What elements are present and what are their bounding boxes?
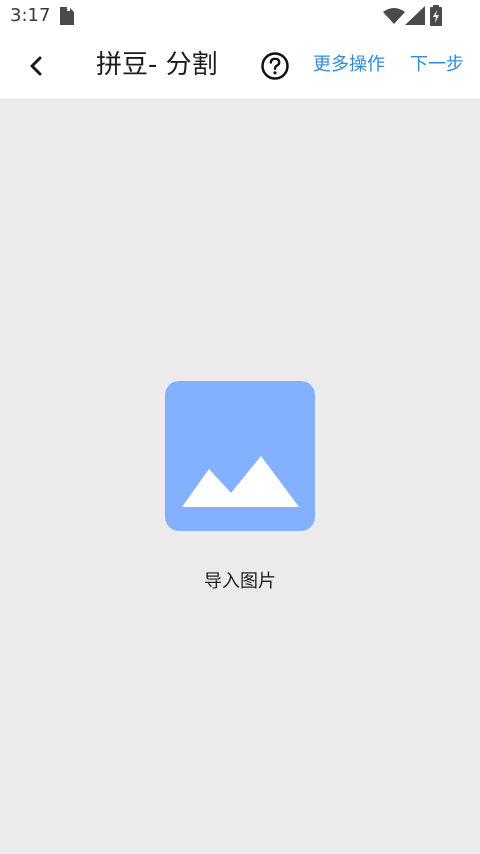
back-button[interactable] xyxy=(20,49,54,83)
page-title: 拼豆- 分割 xyxy=(96,50,218,80)
question-circle-icon xyxy=(261,52,289,80)
wifi-icon xyxy=(383,8,405,24)
next-step-button[interactable]: 下一步 xyxy=(410,53,464,77)
cellular-signal-icon xyxy=(405,6,425,25)
more-actions-button[interactable]: 更多操作 xyxy=(313,53,385,77)
import-image-label: 导入图片 xyxy=(204,571,276,592)
app-bar: 拼豆- 分割 更多操作 下一步 xyxy=(0,32,480,100)
import-image-button[interactable] xyxy=(165,381,315,531)
help-button[interactable] xyxy=(260,51,290,81)
battery-charging-icon xyxy=(430,5,442,26)
sim-card-icon xyxy=(60,7,74,25)
status-time: 3:17 xyxy=(10,5,51,26)
image-placeholder-icon xyxy=(182,456,299,507)
status-bar: 3:17 xyxy=(0,0,480,32)
chevron-left-icon xyxy=(30,56,42,76)
